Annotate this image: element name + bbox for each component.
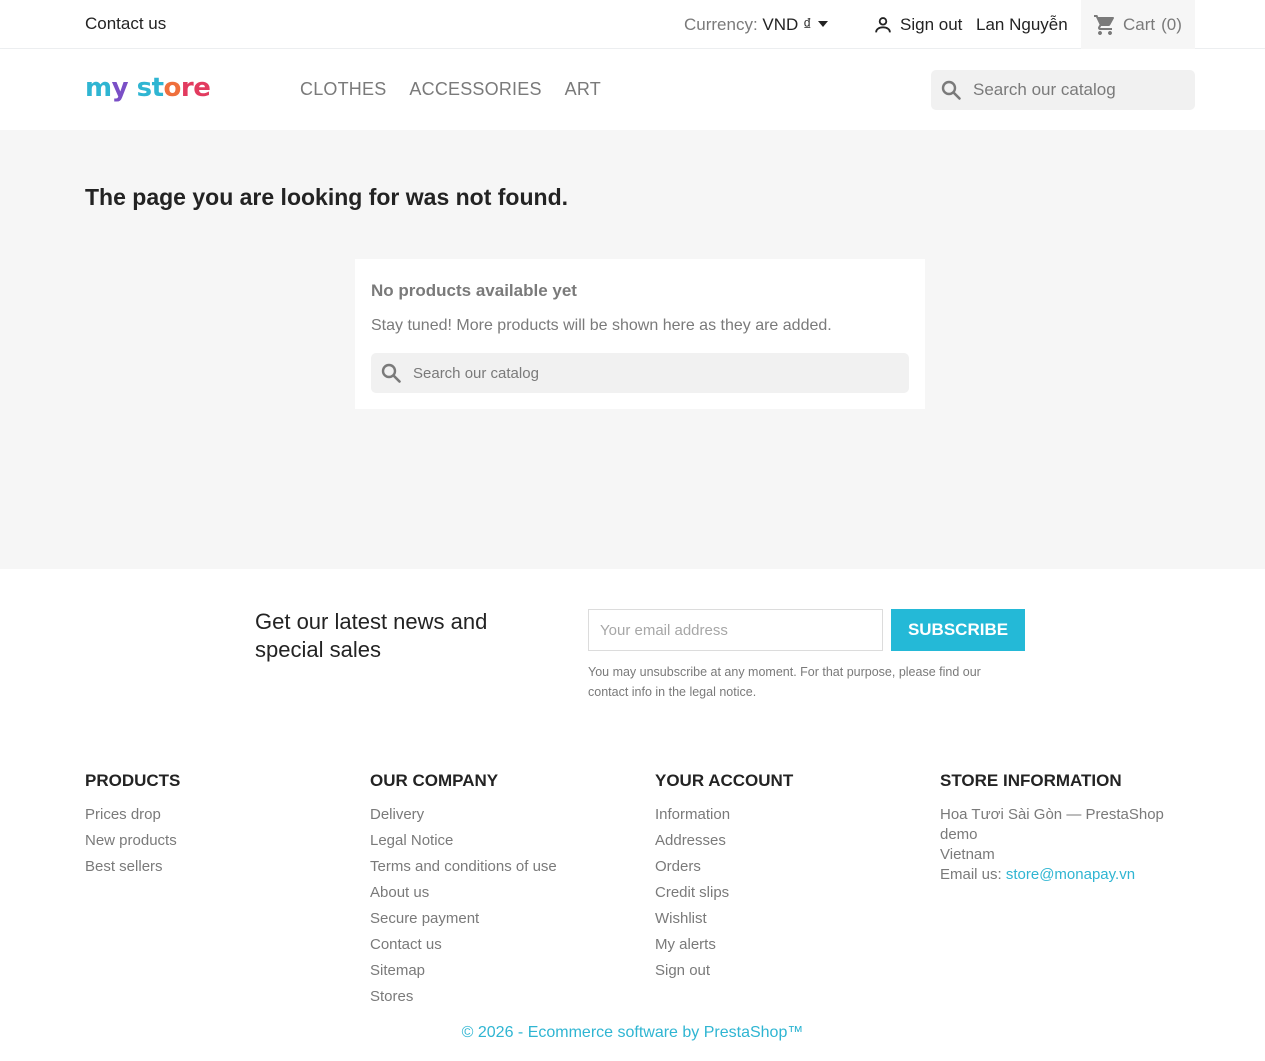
footer-link-information[interactable]: Information [655, 805, 793, 831]
nav-item-art[interactable]: ART [565, 79, 601, 100]
contact-us-link[interactable]: Contact us [85, 14, 166, 34]
currency-value: VND ₫ [762, 15, 812, 34]
logo-part: o [163, 73, 182, 103]
newsletter-title: Get our latest news and special sales [255, 609, 488, 662]
card-text: Stay tuned! More products will be shown … [371, 317, 832, 334]
card-search-box [371, 353, 909, 393]
footer-store-title: Store information [940, 771, 1122, 790]
store-name: Hoa Tươi Sài Gòn — PrestaShop demo [940, 806, 1164, 843]
footer-company: Our company Delivery Legal Notice Terms … [370, 771, 557, 1013]
header-search-input[interactable] [973, 80, 1183, 100]
footer-link-terms[interactable]: Terms and conditions of use [370, 857, 557, 883]
header-search-box [931, 70, 1195, 110]
logo-part: st [128, 73, 164, 103]
footer-link-stores[interactable]: Stores [370, 987, 557, 1013]
store-logo[interactable]: my store [85, 73, 211, 103]
user-icon [872, 14, 894, 36]
main-menu: CLOTHES ACCESSORIES ART [300, 79, 601, 100]
page-title: The page you are looking for was not fou… [85, 184, 569, 210]
cart-count: (0) [1161, 14, 1182, 34]
footer-products-title: Products [85, 771, 181, 790]
caret-down-icon [817, 21, 828, 27]
store-email-line: Email us: store@monapay.vn [940, 865, 1200, 885]
footer-products: Products Prices drop New products Best s… [85, 771, 180, 883]
footer-link-my-alerts[interactable]: My alerts [655, 935, 793, 961]
footer-link-contact-us[interactable]: Contact us [370, 935, 557, 961]
footer-account-title: Your account [655, 771, 794, 790]
nav-item-clothes[interactable]: CLOTHES [300, 79, 386, 100]
footer-link-sitemap[interactable]: Sitemap [370, 961, 557, 987]
footer-account: Your account Information Addresses Order… [655, 771, 793, 987]
search-icon[interactable] [379, 361, 403, 385]
cart-label: Cart [1123, 14, 1156, 34]
footer-link-addresses[interactable]: Addresses [655, 831, 793, 857]
cart-button[interactable]: Cart (0) [1081, 0, 1195, 49]
currency-label: Currency: [684, 15, 758, 34]
footer-link-about-us[interactable]: About us [370, 883, 557, 909]
footer-link-delivery[interactable]: Delivery [370, 805, 557, 831]
footer-link-sign-out[interactable]: Sign out [655, 961, 793, 987]
footer-link-wishlist[interactable]: Wishlist [655, 909, 793, 935]
footer-store-info: Store information Hoa Tươi Sài Gòn — Pre… [940, 771, 1200, 885]
subscribe-button[interactable]: Subscribe [891, 609, 1025, 651]
site-header: my store CLOTHES ACCESSORIES ART [0, 49, 1265, 130]
logo-part: m [85, 73, 112, 103]
footer-link-prices-drop[interactable]: Prices drop [85, 805, 180, 831]
main-content: The page you are looking for was not fou… [0, 130, 1265, 569]
account-name-link[interactable]: Lan Nguyễn [976, 15, 1068, 35]
sign-out-link[interactable]: Sign out [872, 14, 962, 36]
not-found-card: No products available yet Stay tuned! Mo… [355, 259, 925, 409]
currency-selector[interactable]: Currency: VND ₫ [684, 15, 828, 35]
top-bar: Contact us Currency: VND ₫ Sign out Lan … [0, 0, 1265, 49]
footer-link-orders[interactable]: Orders [655, 857, 793, 883]
store-email-label: Email us: [940, 866, 1002, 883]
card-search-input[interactable] [413, 364, 893, 382]
footer-company-title: Our company [370, 771, 499, 790]
footer-link-credit-slips[interactable]: Credit slips [655, 883, 793, 909]
logo-part: y [111, 73, 129, 103]
store-email-link[interactable]: store@monapay.vn [1006, 866, 1135, 883]
search-icon[interactable] [939, 78, 963, 102]
footer-link-best-sellers[interactable]: Best sellers [85, 857, 180, 883]
newsletter-note: You may unsubscribe at any moment. For t… [588, 665, 981, 699]
shopping-cart-icon [1093, 13, 1117, 37]
footer-link-new-products[interactable]: New products [85, 831, 180, 857]
store-country: Vietnam [940, 846, 995, 863]
newsletter-email-input[interactable] [588, 609, 883, 651]
footer-link-legal-notice[interactable]: Legal Notice [370, 831, 557, 857]
footer-link-secure-payment[interactable]: Secure payment [370, 909, 557, 935]
nav-item-accessories[interactable]: ACCESSORIES [409, 79, 541, 100]
copyright-link[interactable]: © 2026 - Ecommerce software by PrestaSho… [0, 1024, 1265, 1042]
card-title: No products available yet [371, 281, 577, 300]
logo-part: re [180, 73, 211, 103]
sign-out-label: Sign out [900, 15, 963, 34]
